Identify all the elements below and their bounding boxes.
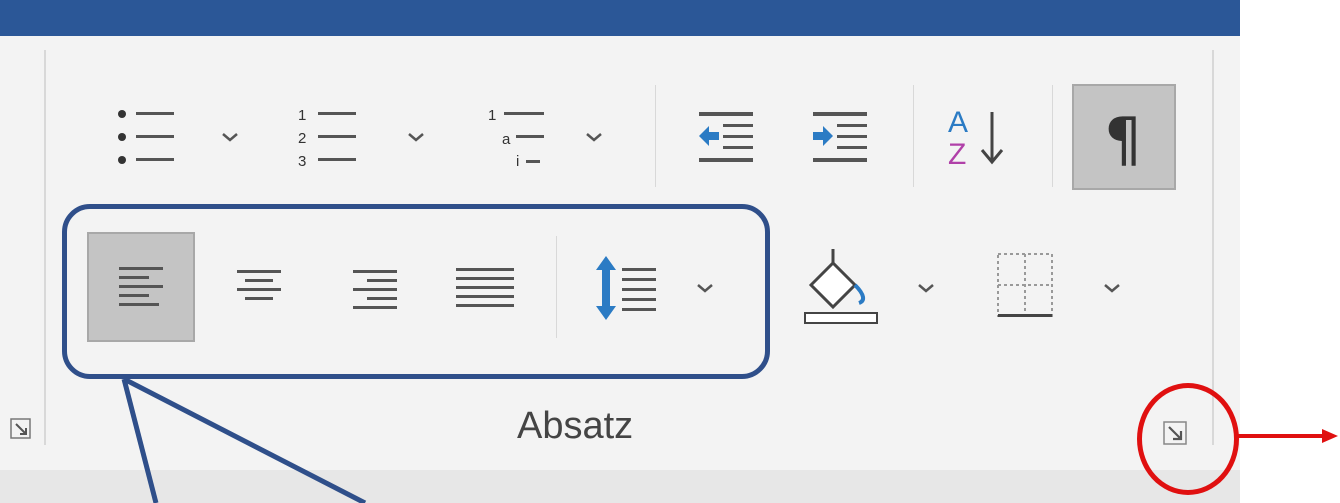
annotation-overlay [121, 376, 1338, 503]
annotation-arrowhead [1322, 429, 1338, 443]
annotation-line-left [121, 378, 159, 503]
annotation-line-right [122, 376, 367, 503]
